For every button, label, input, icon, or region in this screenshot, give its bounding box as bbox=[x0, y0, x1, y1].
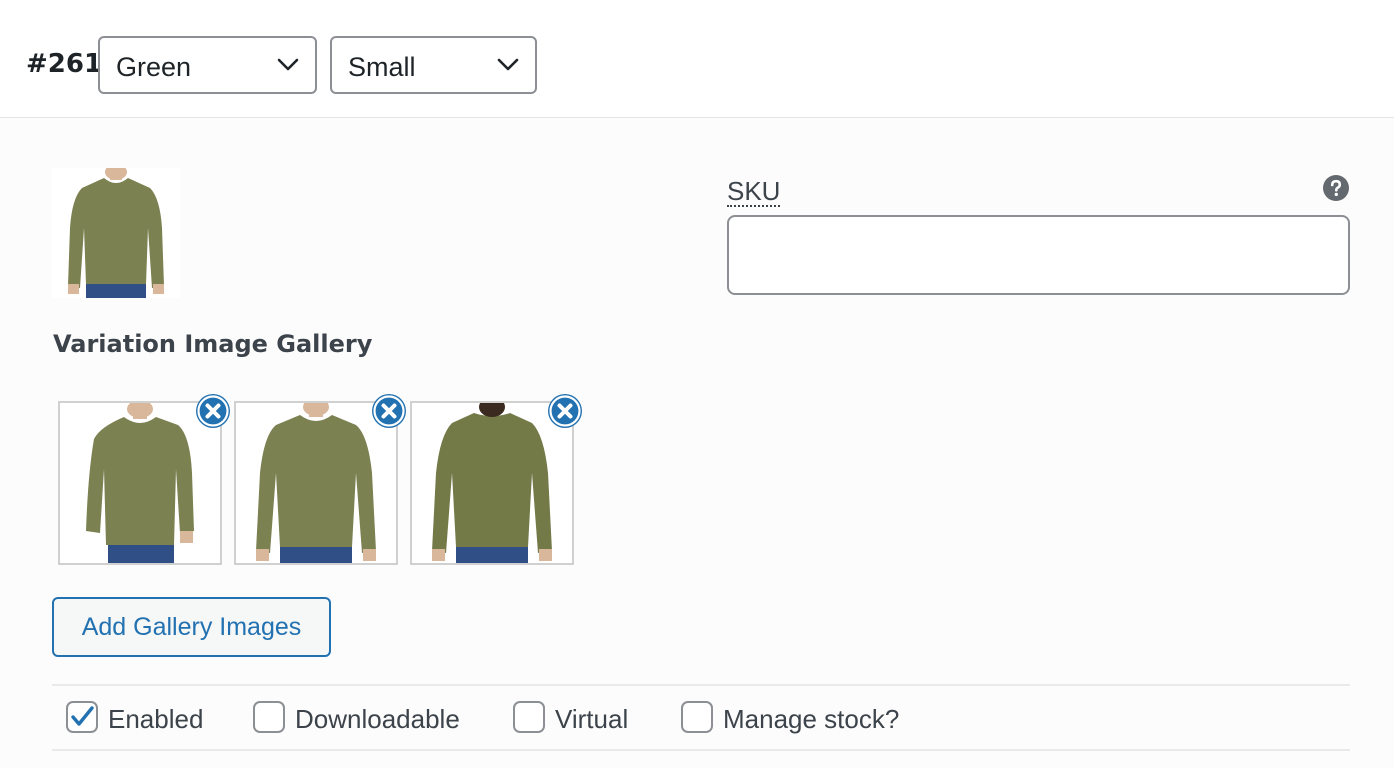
sku-input[interactable] bbox=[727, 215, 1350, 295]
manage-stock-checkbox[interactable] bbox=[681, 701, 713, 733]
virtual-label: Virtual bbox=[555, 704, 629, 734]
color-select[interactable]: Green bbox=[98, 36, 317, 94]
divider bbox=[52, 684, 1350, 686]
virtual-checkbox[interactable] bbox=[513, 701, 545, 733]
color-select-value: Green bbox=[116, 52, 192, 82]
size-select[interactable]: Small bbox=[330, 36, 537, 94]
add-gallery-images-button[interactable]: Add Gallery Images bbox=[52, 597, 331, 657]
manage-stock-label: Manage stock? bbox=[723, 704, 900, 734]
variation-image[interactable] bbox=[52, 168, 180, 298]
chevron-down-icon bbox=[497, 58, 519, 71]
enabled-checkbox[interactable] bbox=[66, 701, 98, 733]
remove-circle-icon[interactable] bbox=[196, 394, 230, 428]
size-select-value: Small bbox=[348, 52, 416, 82]
chevron-down-icon bbox=[277, 58, 299, 71]
gallery-title: Variation Image Gallery bbox=[53, 330, 373, 358]
divider bbox=[52, 749, 1350, 751]
variation-id: #261 bbox=[26, 49, 103, 79]
downloadable-label: Downloadable bbox=[295, 704, 460, 734]
variation-header: #261 Green Small bbox=[0, 0, 1394, 118]
remove-circle-icon[interactable] bbox=[548, 394, 582, 428]
downloadable-checkbox[interactable] bbox=[253, 701, 285, 733]
enabled-label: Enabled bbox=[108, 704, 204, 734]
sku-label: SKU bbox=[727, 176, 781, 207]
remove-circle-icon[interactable] bbox=[372, 394, 406, 428]
question-circle-icon[interactable] bbox=[1323, 175, 1349, 201]
